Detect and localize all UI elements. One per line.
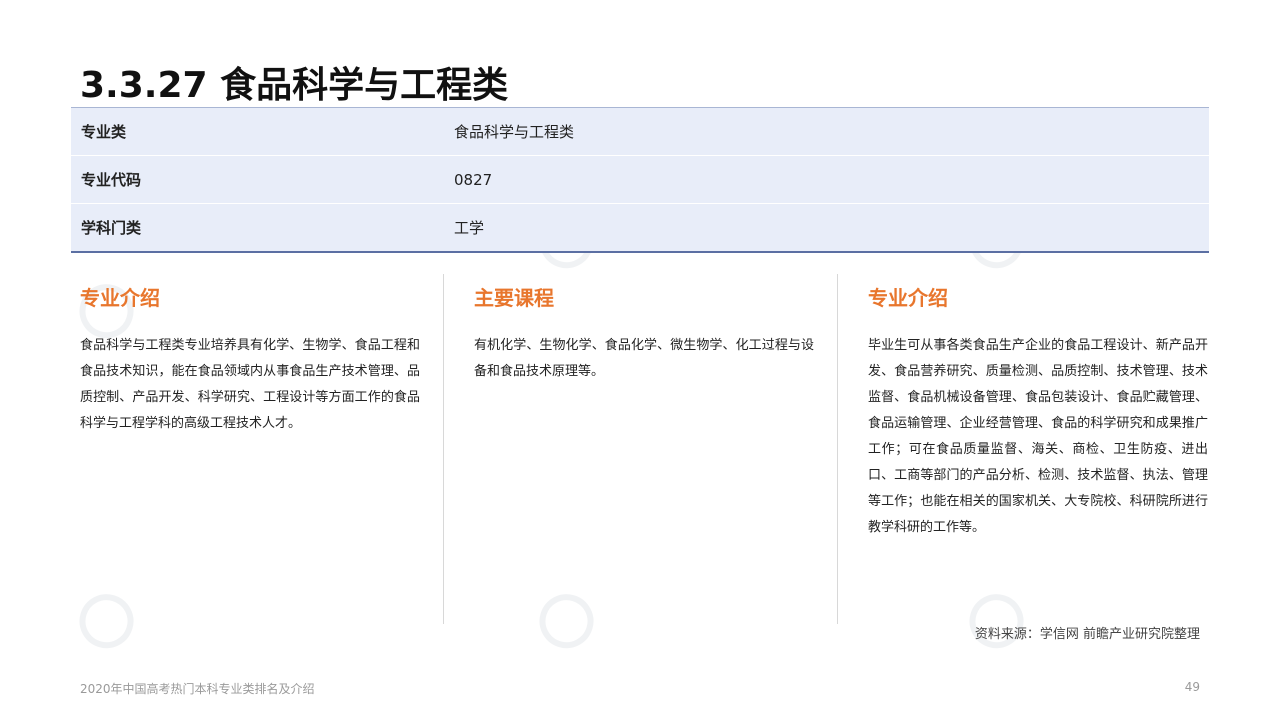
info-label: 学科门类 [81, 219, 142, 237]
info-row: 专业代码 0827 [71, 156, 1209, 204]
info-row: 专业类 食品科学与工程类 [71, 108, 1209, 156]
content-columns: 专业介绍 食品科学与工程类专业培养具有化学、生物学、食品工程和食品技术知识，能在… [0, 272, 1280, 624]
info-value: 工学 [454, 219, 485, 237]
column-body: 食品科学与工程类专业培养具有化学、生物学、食品工程和食品技术知识，能在食品领域内… [80, 338, 420, 431]
major-intro-column: 专业介绍 食品科学与工程类专业培养具有化学、生物学、食品工程和食品技术知识，能在… [80, 272, 420, 437]
info-label: 专业代码 [81, 171, 142, 189]
column-heading: 专业介绍 [868, 286, 948, 310]
info-row: 学科门类 工学 [71, 204, 1209, 251]
info-value: 0827 [454, 170, 493, 189]
column-divider [443, 274, 444, 624]
column-heading: 专业介绍 [80, 286, 160, 310]
info-label: 专业类 [81, 123, 127, 141]
info-table: 专业类 食品科学与工程类 专业代码 0827 学科门类 工学 [71, 107, 1209, 253]
main-courses-column: 主要课程 有机化学、生物化学、食品化学、微生物学、化工过程与设备和食品技术原理等… [474, 272, 814, 385]
footer-title: 2020年中国高考热门本科专业类排名及介绍 [80, 682, 315, 696]
column-heading: 主要课程 [474, 286, 554, 310]
page-title: 3.3.27 食品科学与工程类 [80, 65, 509, 106]
column-divider [837, 274, 838, 624]
page-number: 49 [1184, 680, 1200, 694]
career-intro-column: 专业介绍 毕业生可从事各类食品生产企业的食品工程设计、新产品开发、食品营养研究、… [868, 272, 1208, 541]
source-note: 资料来源：学信网 前瞻产业研究院整理 [974, 627, 1200, 642]
info-value: 食品科学与工程类 [454, 123, 575, 141]
column-body: 有机化学、生物化学、食品化学、微生物学、化工过程与设备和食品技术原理等。 [474, 338, 814, 379]
column-body: 毕业生可从事各类食品生产企业的食品工程设计、新产品开发、食品营养研究、质量检测、… [868, 338, 1208, 535]
